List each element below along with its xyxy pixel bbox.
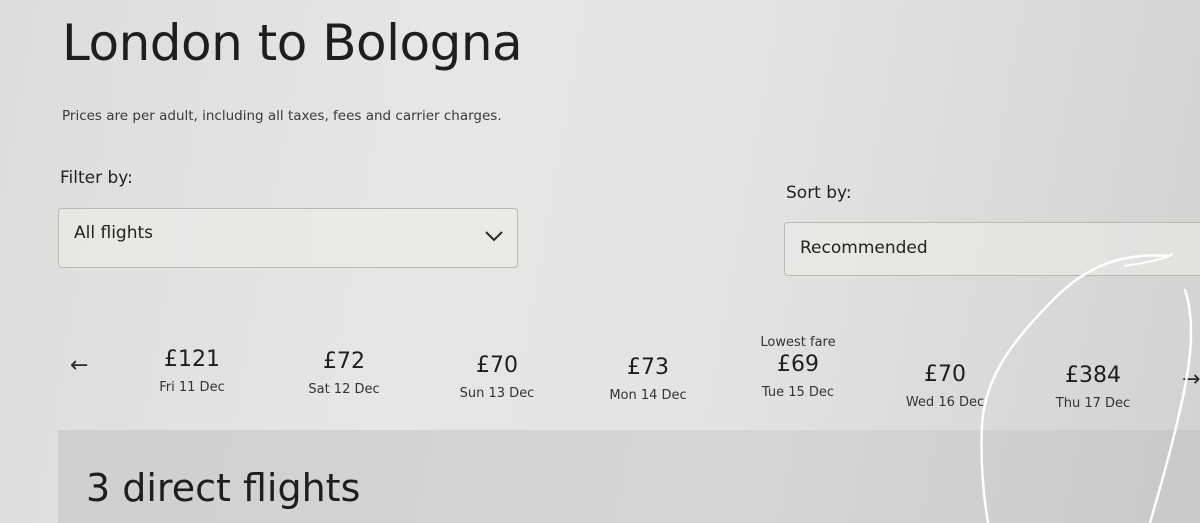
filter-select-value: All flights [74, 223, 153, 243]
date-tab[interactable]: £121 Fri 11 Dec [127, 347, 257, 395]
date-tab-lowest-fare[interactable]: Lowest fare £69 Tue 15 Dec [733, 335, 863, 400]
arrow-left-icon[interactable]: ← [70, 353, 88, 378]
lowest-fare-badge: Lowest fare [760, 335, 836, 350]
date-tab[interactable]: £70 Sun 13 Dec [432, 353, 562, 401]
date-tab[interactable]: £70 Wed 16 Dec [880, 362, 1010, 410]
date-tab-price: £73 [627, 355, 669, 380]
date-tab-date: Wed 16 Dec [905, 395, 985, 410]
price-info-text: Prices are per adult, including all taxe… [62, 108, 502, 124]
date-tab-date: Thu 17 Dec [1055, 396, 1131, 411]
date-tab-price: £70 [476, 353, 518, 378]
arrow-right-icon[interactable]: → [1182, 367, 1200, 392]
date-tab-date: Mon 14 Dec [609, 388, 687, 403]
date-tab-price: £121 [164, 347, 220, 372]
sort-select-value: Recommended [800, 238, 928, 258]
date-tab-date: Fri 11 Dec [159, 380, 225, 395]
date-tab-date: Sun 13 Dec [459, 386, 535, 401]
chevron-down-icon [485, 231, 503, 242]
results-count-heading: 3 direct flights [86, 466, 361, 510]
date-tab[interactable]: £72 Sat 12 Dec [279, 349, 409, 397]
date-tab-date: Tue 15 Dec [761, 385, 835, 400]
filter-label: Filter by: [60, 168, 133, 188]
date-tab-price: £69 [777, 352, 819, 377]
date-tab-price: £384 [1065, 363, 1121, 388]
sort-label: Sort by: [786, 183, 852, 203]
page-title: London to Bologna [62, 14, 523, 72]
results-panel: 3 direct flights [58, 430, 1200, 523]
date-tab-date: Sat 12 Dec [308, 382, 380, 397]
filter-select[interactable]: All flights [58, 208, 518, 268]
date-tab[interactable]: £73 Mon 14 Dec [583, 355, 713, 403]
date-strip: ← £121 Fri 11 Dec £72 Sat 12 Dec £70 Sun… [0, 325, 1200, 435]
date-tab[interactable]: £384 Thu 17 Dec [1028, 363, 1158, 411]
sort-select[interactable]: Recommended [784, 222, 1200, 276]
date-tab-price: £72 [323, 349, 365, 374]
date-tab-price: £70 [924, 362, 966, 387]
